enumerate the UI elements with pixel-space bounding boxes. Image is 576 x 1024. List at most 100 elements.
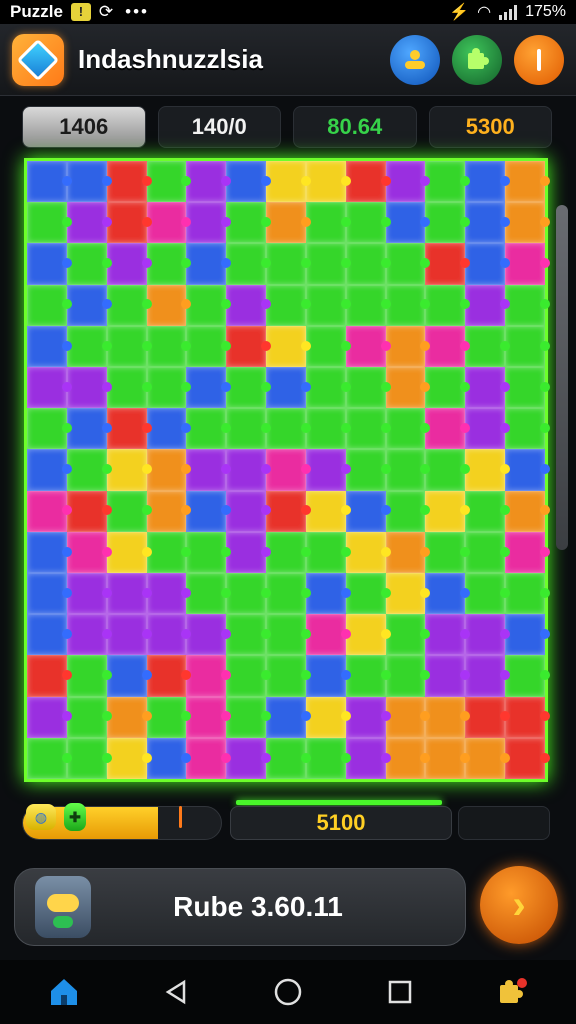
puzzle-piece[interactable] <box>505 325 545 367</box>
puzzle-piece[interactable] <box>345 655 386 697</box>
puzzle-piece[interactable] <box>385 573 426 615</box>
puzzle-piece[interactable] <box>345 284 386 326</box>
puzzle-piece[interactable] <box>27 325 67 367</box>
puzzle-piece[interactable] <box>266 531 306 573</box>
puzzle-piece[interactable] <box>385 243 426 285</box>
globe-icon[interactable]: ◍ <box>26 804 56 830</box>
puzzle-button[interactable] <box>452 34 502 85</box>
level-card[interactable]: Rube 3.60.11 <box>14 868 466 946</box>
puzzle-piece[interactable] <box>66 737 107 779</box>
puzzle-piece[interactable] <box>505 737 545 779</box>
puzzle-piece[interactable] <box>385 614 426 656</box>
puzzle-piece[interactable] <box>146 243 187 285</box>
puzzle-piece[interactable] <box>66 696 107 738</box>
puzzle-piece[interactable] <box>186 367 227 409</box>
puzzle-piece[interactable] <box>505 696 545 738</box>
puzzle-piece[interactable] <box>226 614 267 656</box>
puzzle-piece[interactable] <box>186 284 227 326</box>
puzzle-piece[interactable] <box>266 202 306 244</box>
puzzle-piece[interactable] <box>186 490 227 532</box>
puzzle-piece[interactable] <box>305 243 346 285</box>
puzzle-piece[interactable] <box>425 737 466 779</box>
puzzle-piece[interactable] <box>425 243 466 285</box>
puzzle-piece[interactable] <box>27 573 67 615</box>
puzzle-piece[interactable] <box>66 408 107 450</box>
puzzle-piece[interactable] <box>146 490 187 532</box>
play-button[interactable]: › <box>480 866 558 944</box>
puzzle-piece[interactable] <box>505 655 545 697</box>
puzzle-piece[interactable] <box>305 737 346 779</box>
puzzle-piece[interactable] <box>106 655 147 697</box>
nav-homecircle-button[interactable] <box>260 970 316 1014</box>
puzzle-piece[interactable] <box>385 367 426 409</box>
puzzle-piece[interactable] <box>226 161 267 203</box>
puzzle-piece[interactable] <box>305 655 346 697</box>
puzzle-piece[interactable] <box>226 243 267 285</box>
puzzle-piece[interactable] <box>465 202 506 244</box>
puzzle-piece[interactable] <box>146 325 187 367</box>
puzzle-piece[interactable] <box>27 243 67 285</box>
puzzle-piece[interactable] <box>266 696 306 738</box>
puzzle-piece[interactable] <box>186 325 227 367</box>
puzzle-piece[interactable] <box>27 408 67 450</box>
puzzle-piece[interactable] <box>345 367 386 409</box>
puzzle-piece[interactable] <box>106 408 147 450</box>
puzzle-piece[interactable] <box>27 284 67 326</box>
puzzle-piece[interactable] <box>266 449 306 491</box>
puzzle-piece[interactable] <box>27 614 67 656</box>
puzzle-piece[interactable] <box>425 573 466 615</box>
puzzle-piece[interactable] <box>266 573 306 615</box>
puzzle-piece[interactable] <box>425 449 466 491</box>
puzzle-piece[interactable] <box>465 367 506 409</box>
puzzle-piece[interactable] <box>186 202 227 244</box>
puzzle-piece[interactable] <box>305 490 346 532</box>
puzzle-piece[interactable] <box>345 449 386 491</box>
puzzle-piece[interactable] <box>505 614 545 656</box>
puzzle-piece[interactable] <box>226 284 267 326</box>
puzzle-piece[interactable] <box>66 614 107 656</box>
puzzle-piece[interactable] <box>186 531 227 573</box>
puzzle-piece[interactable] <box>27 161 67 203</box>
scrollbar[interactable] <box>556 205 568 550</box>
puzzle-piece[interactable] <box>186 655 227 697</box>
puzzle-piece[interactable] <box>305 161 346 203</box>
puzzle-piece[interactable] <box>106 614 147 656</box>
puzzle-piece[interactable] <box>505 531 545 573</box>
puzzle-piece[interactable] <box>385 161 426 203</box>
puzzle-piece[interactable] <box>505 161 545 203</box>
puzzle-piece[interactable] <box>305 284 346 326</box>
puzzle-piece[interactable] <box>106 737 147 779</box>
puzzle-piece[interactable] <box>66 161 107 203</box>
puzzle-piece[interactable] <box>385 737 426 779</box>
puzzle-piece[interactable] <box>385 202 426 244</box>
puzzle-piece[interactable] <box>305 696 346 738</box>
puzzle-piece[interactable] <box>186 737 227 779</box>
puzzle-piece[interactable] <box>465 737 506 779</box>
puzzle-piece[interactable] <box>345 161 386 203</box>
puzzle-piece[interactable] <box>266 614 306 656</box>
puzzle-piece[interactable] <box>465 284 506 326</box>
puzzle-piece[interactable] <box>385 284 426 326</box>
puzzle-piece[interactable] <box>345 325 386 367</box>
puzzle-piece[interactable] <box>186 243 227 285</box>
puzzle-piece[interactable] <box>505 202 545 244</box>
puzzle-piece[interactable] <box>266 161 306 203</box>
puzzle-piece[interactable] <box>425 161 466 203</box>
puzzle-piece[interactable] <box>505 243 545 285</box>
puzzle-piece[interactable] <box>465 408 506 450</box>
puzzle-board[interactable] <box>24 158 548 782</box>
puzzle-piece[interactable] <box>66 531 107 573</box>
puzzle-piece[interactable] <box>465 325 506 367</box>
puzzle-piece[interactable] <box>146 367 187 409</box>
puzzle-piece[interactable] <box>27 202 67 244</box>
puzzle-piece[interactable] <box>226 696 267 738</box>
puzzle-piece[interactable] <box>226 737 267 779</box>
puzzle-piece[interactable] <box>146 284 187 326</box>
puzzle-piece[interactable] <box>425 655 466 697</box>
puzzle-piece[interactable] <box>66 325 107 367</box>
puzzle-piece[interactable] <box>266 243 306 285</box>
puzzle-piece[interactable] <box>465 614 506 656</box>
puzzle-piece[interactable] <box>305 449 346 491</box>
puzzle-piece[interactable] <box>66 449 107 491</box>
puzzle-piece[interactable] <box>385 325 426 367</box>
